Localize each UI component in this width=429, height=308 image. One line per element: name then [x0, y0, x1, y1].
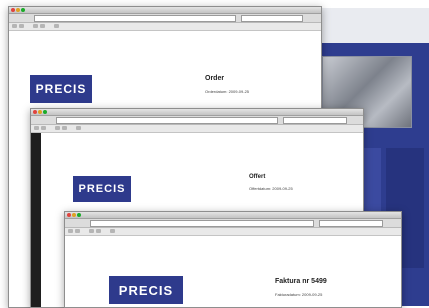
window-titlebar[interactable]: [31, 109, 363, 116]
close-button[interactable]: [11, 8, 15, 12]
search-field[interactable]: [241, 15, 303, 22]
document-date: Offertdatum: 2009-09-25: [249, 186, 293, 191]
zoom-button[interactable]: [21, 8, 25, 12]
address-field[interactable]: [56, 117, 278, 124]
bookmarks-toolbar: [65, 228, 401, 236]
document-page: PRECIS Faktura nr 5499 Fakturadatum: 200…: [65, 236, 401, 307]
zoom-button[interactable]: [43, 110, 47, 114]
precis-logo: PRECIS: [73, 176, 131, 202]
toolbar-icon[interactable]: [55, 126, 60, 130]
forward-icon[interactable]: [41, 126, 46, 130]
document-title: Offert: [249, 174, 266, 180]
document-title: Order: [205, 75, 225, 82]
toolbar-icon[interactable]: [110, 229, 115, 233]
document-title: Faktura nr 5499: [275, 278, 327, 285]
toolbar-icon[interactable]: [89, 229, 94, 233]
document-date: Fakturadatum: 2009-09-25: [275, 292, 323, 297]
back-icon[interactable]: [12, 24, 17, 28]
forward-icon[interactable]: [75, 229, 80, 233]
browser-window-invoice[interactable]: PRECIS Faktura nr 5499 Fakturadatum: 200…: [64, 211, 402, 308]
precis-logo: PRECIS: [30, 75, 92, 103]
minimize-button[interactable]: [38, 110, 42, 114]
close-button[interactable]: [33, 110, 37, 114]
precis-logo: PRECIS: [109, 276, 183, 304]
minimize-button[interactable]: [72, 213, 76, 217]
bookmarks-toolbar: [31, 125, 363, 133]
toolbar-icon[interactable]: [54, 24, 59, 28]
window-titlebar[interactable]: [65, 212, 401, 219]
address-bar-row: [65, 219, 401, 228]
close-button[interactable]: [67, 213, 71, 217]
address-bar-row: [31, 116, 363, 125]
search-field[interactable]: [283, 117, 347, 124]
website-header: [318, 8, 429, 43]
address-bar-row: [9, 14, 321, 23]
back-icon[interactable]: [34, 126, 39, 130]
window-titlebar[interactable]: [9, 7, 321, 14]
toolbar-icon[interactable]: [76, 126, 81, 130]
bookmarks-toolbar: [9, 23, 321, 31]
sidebar-strip: [31, 133, 41, 307]
back-icon[interactable]: [68, 229, 73, 233]
address-field[interactable]: [34, 15, 236, 22]
forward-icon[interactable]: [19, 24, 24, 28]
document-date: Orderdatum: 2009-09-25: [205, 89, 250, 94]
address-field[interactable]: [90, 220, 314, 227]
toolbar-icon[interactable]: [62, 126, 67, 130]
zoom-button[interactable]: [77, 213, 81, 217]
toolbar-icon[interactable]: [40, 24, 45, 28]
minimize-button[interactable]: [16, 8, 20, 12]
toolbar-icon[interactable]: [96, 229, 101, 233]
search-field[interactable]: [319, 220, 383, 227]
toolbar-icon[interactable]: [33, 24, 38, 28]
